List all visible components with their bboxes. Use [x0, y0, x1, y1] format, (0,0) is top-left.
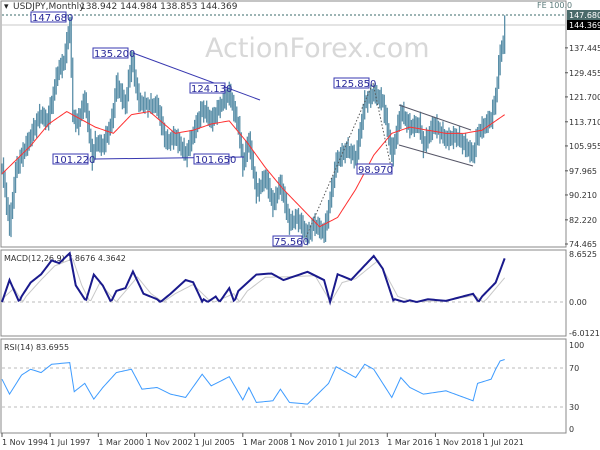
arrow-down-icon[interactable]: ▾ [4, 2, 9, 12]
time-tick-label: 1 Nov 2002 [146, 438, 192, 447]
label-124130: 124.130 [191, 84, 232, 95]
rsi-tick-100: 100 [569, 341, 584, 350]
price-axis: 137.445 129.455 121.700 113.710 105.955 97.96… [565, 44, 600, 249]
rsi-tick-30: 30 [569, 403, 579, 412]
price-tick-label: 137.445 [569, 44, 600, 53]
macd-tick-bottom: -6.0121 [569, 329, 600, 338]
macd-tick-top: 8.6525 [569, 250, 597, 259]
price-tick-label: 113.710 [569, 118, 600, 127]
label-98970: 98.970 [358, 165, 393, 176]
label-147680: 147.680 [32, 13, 73, 24]
time-axis: 1 Nov 1994 1 Jul 1997 1 Mar 2000 1 Nov 2002… [1, 433, 524, 447]
time-tick-label: 1 Jul 2013 [339, 438, 379, 447]
time-tick-label: 1 Jul 2005 [195, 438, 235, 447]
price-tick-label: 74.465 [569, 240, 597, 249]
time-tick-label: 1 Jul 1997 [50, 438, 90, 447]
rsi-tick-70: 70 [569, 364, 579, 373]
price-tick-label: 97.965 [569, 167, 597, 176]
label-101220: 101.220 [54, 155, 95, 166]
time-tick-label: 1 Jul 2021 [484, 438, 524, 447]
time-tick-label: 1 Mar 2016 [387, 438, 433, 447]
macd-tick-zero: 0.00 [569, 298, 587, 307]
rsi-tick-0: 0 [569, 425, 574, 434]
current-price-label: 144.369 [569, 21, 600, 30]
price-tick-label: 105.955 [569, 142, 600, 151]
chart-canvas: ActionForex.com 147.680 135.200 124.130 … [0, 0, 600, 447]
watermark: ActionForex.com [205, 33, 430, 64]
time-tick-label: 1 Mar 2000 [98, 438, 144, 447]
fe-label: FE 100.0 [537, 1, 572, 10]
rsi-title: RSI(14) 83.6955 [4, 343, 69, 352]
price-tick-label: 82.220 [569, 216, 597, 225]
time-tick-label: 1 Nov 1994 [2, 438, 48, 447]
price-tick-label: 90.210 [569, 191, 597, 200]
label-101650: 101.650 [195, 155, 236, 166]
label-125850: 125.850 [335, 79, 376, 90]
label-135200: 135.200 [94, 49, 135, 60]
ohlc-values: 138.942 144.984 138.853 144.369 [80, 2, 238, 12]
label-75560: 75.560 [274, 237, 309, 248]
time-tick-label: 1 Mar 2008 [243, 438, 289, 447]
level-price-label: 147.680 [569, 11, 600, 20]
price-tick-label: 121.700 [569, 93, 600, 102]
symbol-timeframe: USDJPY,Monthly [13, 2, 85, 12]
chart-window: ActionForex.com 147.680 135.200 124.130 … [0, 0, 600, 450]
time-tick-label: 1 Nov 2010 [291, 438, 337, 447]
price-tick-label: 129.455 [569, 69, 600, 78]
time-tick-label: 1 Nov 2018 [435, 438, 481, 447]
